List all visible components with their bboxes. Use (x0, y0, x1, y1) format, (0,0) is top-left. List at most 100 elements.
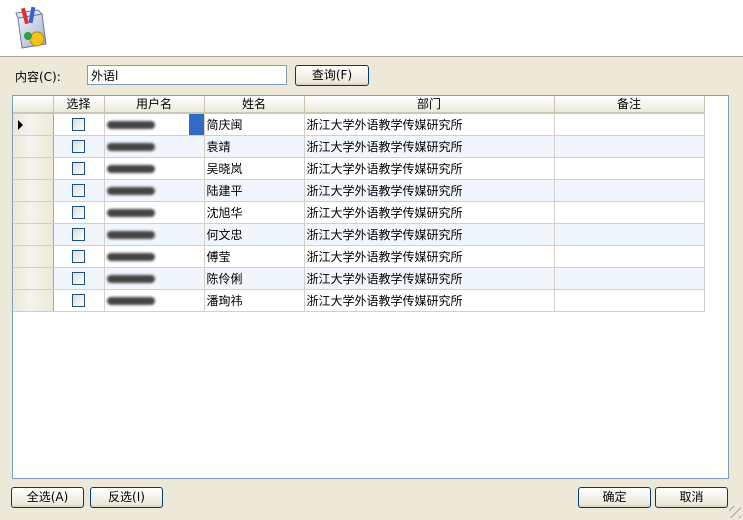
user-grid: 选择 用户名 姓名 部门 备注 简庆闽 浙江大学外语教学传媒研究所 袁靖 浙江大学外语… (12, 95, 729, 479)
username-cell[interactable] (104, 223, 205, 246)
select-cell (53, 267, 105, 290)
row-checkbox[interactable] (72, 184, 85, 197)
name-cell[interactable]: 吴晓岚 (204, 157, 305, 180)
name-cell[interactable]: 陈伶俐 (204, 267, 305, 290)
table-row[interactable]: 吴晓岚 浙江大学外语教学传媒研究所 (13, 157, 705, 180)
username-cell[interactable] (104, 135, 205, 158)
redacted-username (106, 230, 155, 239)
column-header-department[interactable]: 部门 (304, 96, 555, 114)
row-header[interactable] (13, 135, 54, 158)
department-cell[interactable]: 浙江大学外语教学传媒研究所 (304, 289, 555, 312)
row-header[interactable] (13, 289, 54, 312)
row-header[interactable] (13, 267, 54, 290)
query-button[interactable]: 查询(F) (295, 65, 369, 86)
row-checkbox[interactable] (72, 118, 85, 132)
redacted-username (106, 120, 155, 129)
row-checkbox[interactable] (72, 272, 85, 285)
table-row[interactable]: 何文忠 浙江大学外语教学传媒研究所 (13, 223, 705, 246)
tools-box-icon (15, 6, 47, 49)
department-cell[interactable]: 浙江大学外语教学传媒研究所 (304, 201, 555, 224)
table-row[interactable]: 袁靖 浙江大学外语教学传媒研究所 (13, 135, 705, 158)
username-cell[interactable] (104, 157, 205, 180)
name-cell[interactable]: 何文忠 (204, 223, 305, 246)
search-row: 内容(C): 查询(F) (0, 64, 743, 88)
current-row-arrow-icon (18, 120, 23, 130)
row-checkbox[interactable] (72, 228, 85, 241)
redacted-username (106, 186, 155, 195)
row-checkbox[interactable] (72, 250, 85, 263)
content-label: 内容(C): (15, 70, 61, 84)
username-cell[interactable] (104, 179, 205, 202)
redacted-username (106, 164, 155, 173)
dialog-header (0, 0, 743, 57)
username-cell[interactable] (104, 289, 205, 312)
username-cell[interactable] (104, 267, 205, 290)
cell-selection-highlight (188, 114, 203, 134)
name-cell[interactable]: 简庆闽 (204, 113, 305, 136)
redacted-username (106, 252, 155, 261)
redacted-username (106, 142, 155, 151)
cancel-button[interactable]: 取消 (655, 487, 728, 508)
department-cell[interactable]: 浙江大学外语教学传媒研究所 (304, 245, 555, 268)
column-header-name[interactable]: 姓名 (204, 96, 305, 114)
redacted-username (106, 208, 155, 217)
username-cell[interactable] (104, 201, 205, 224)
column-header-select[interactable]: 选择 (53, 96, 105, 114)
row-header[interactable] (13, 245, 54, 268)
select-cell (53, 201, 105, 224)
ok-button[interactable]: 确定 (578, 487, 651, 508)
name-cell[interactable]: 沈旭华 (204, 201, 305, 224)
username-cell[interactable] (104, 245, 205, 268)
table-row[interactable]: 陆建平 浙江大学外语教学传媒研究所 (13, 179, 705, 202)
note-cell[interactable] (554, 289, 705, 312)
resize-grip[interactable] (729, 506, 741, 518)
table-row[interactable]: 简庆闽 浙江大学外语教学传媒研究所 (13, 113, 705, 136)
department-cell[interactable]: 浙江大学外语教学传媒研究所 (304, 135, 555, 158)
user-table: 选择 用户名 姓名 部门 备注 简庆闽 浙江大学外语教学传媒研究所 袁靖 浙江大学外语… (13, 96, 705, 312)
row-header[interactable] (13, 113, 54, 136)
table-row[interactable]: 傅莹 浙江大学外语教学传媒研究所 (13, 245, 705, 268)
content-input[interactable] (87, 65, 287, 85)
row-header-corner (13, 96, 54, 114)
row-checkbox[interactable] (72, 206, 85, 219)
invert-selection-button[interactable]: 反选(I) (90, 487, 163, 508)
note-cell[interactable] (554, 201, 705, 224)
department-cell[interactable]: 浙江大学外语教学传媒研究所 (304, 179, 555, 202)
note-cell[interactable] (554, 113, 705, 136)
department-cell[interactable]: 浙江大学外语教学传媒研究所 (304, 267, 555, 290)
name-cell[interactable]: 傅莹 (204, 245, 305, 268)
row-checkbox[interactable] (72, 140, 85, 153)
department-cell[interactable]: 浙江大学外语教学传媒研究所 (304, 157, 555, 180)
row-checkbox[interactable] (72, 162, 85, 175)
select-cell (53, 245, 105, 268)
note-cell[interactable] (554, 223, 705, 246)
department-cell[interactable]: 浙江大学外语教学传媒研究所 (304, 113, 555, 136)
redacted-username (106, 296, 155, 305)
column-header-username[interactable]: 用户名 (104, 96, 205, 114)
note-cell[interactable] (554, 157, 705, 180)
row-header[interactable] (13, 201, 54, 224)
row-header[interactable] (13, 179, 54, 202)
table-row[interactable]: 潘珣祎 浙江大学外语教学传媒研究所 (13, 289, 705, 312)
row-header[interactable] (13, 157, 54, 180)
select-cell (53, 113, 105, 136)
grid-header-row: 选择 用户名 姓名 部门 备注 (13, 96, 705, 114)
name-cell[interactable]: 袁靖 (204, 135, 305, 158)
note-cell[interactable] (554, 179, 705, 202)
select-all-button[interactable]: 全选(A) (11, 487, 84, 508)
row-checkbox[interactable] (72, 294, 85, 307)
select-cell (53, 179, 105, 202)
select-cell (53, 289, 105, 312)
department-cell[interactable]: 浙江大学外语教学传媒研究所 (304, 223, 555, 246)
note-cell[interactable] (554, 245, 705, 268)
column-header-note[interactable]: 备注 (554, 96, 705, 114)
note-cell[interactable] (554, 135, 705, 158)
table-row[interactable]: 沈旭华 浙江大学外语教学传媒研究所 (13, 201, 705, 224)
select-cell (53, 157, 105, 180)
note-cell[interactable] (554, 267, 705, 290)
name-cell[interactable]: 潘珣祎 (204, 289, 305, 312)
row-header[interactable] (13, 223, 54, 246)
username-cell[interactable] (104, 113, 205, 136)
table-row[interactable]: 陈伶俐 浙江大学外语教学传媒研究所 (13, 267, 705, 290)
name-cell[interactable]: 陆建平 (204, 179, 305, 202)
